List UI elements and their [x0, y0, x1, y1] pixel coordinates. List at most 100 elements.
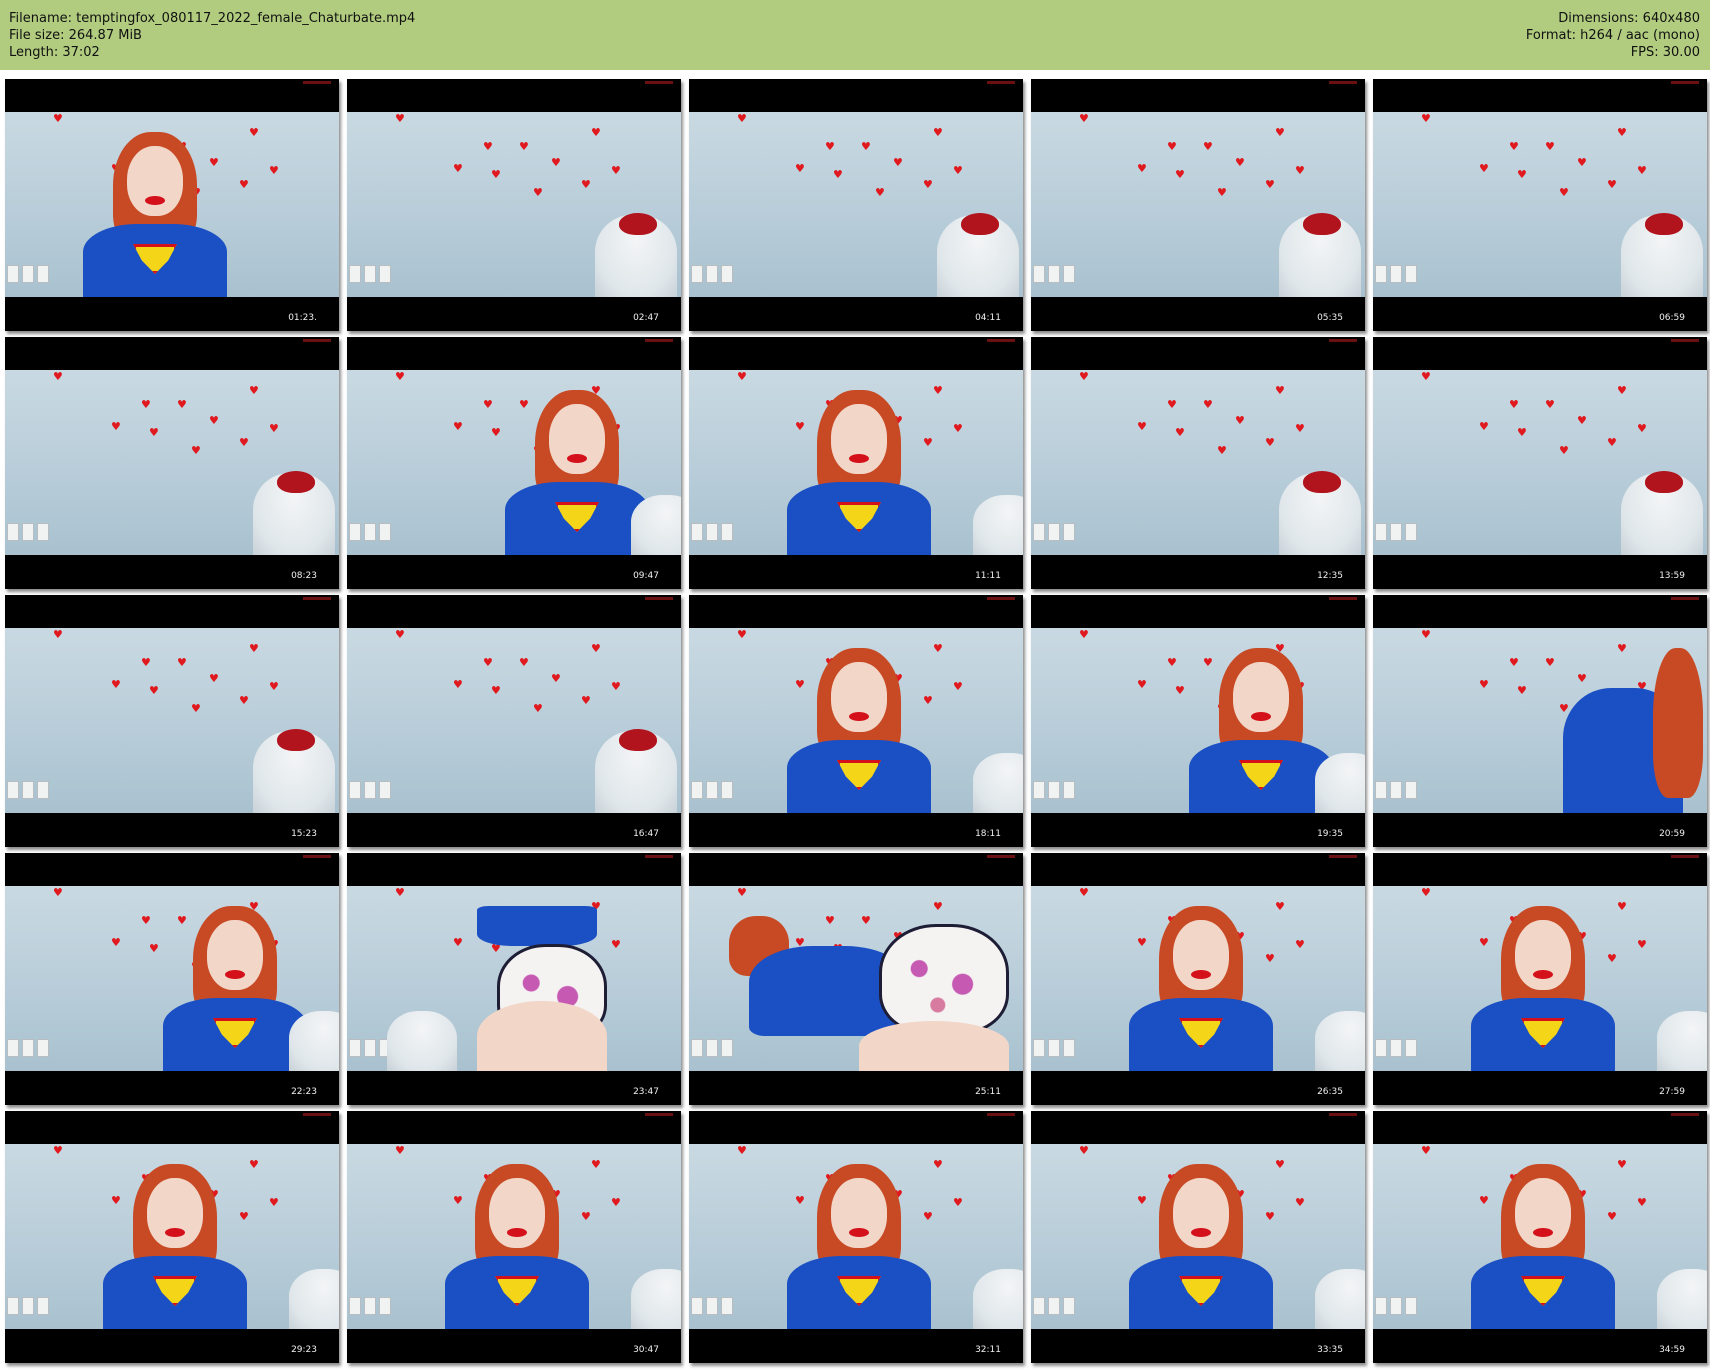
- socket-strip: [7, 523, 49, 541]
- heart-icon: ♥: [519, 656, 529, 669]
- shorts: [879, 924, 1009, 1034]
- heart-icon: ♥: [1203, 398, 1213, 411]
- chair-cap: [1645, 471, 1683, 493]
- watermark-mark: [1329, 597, 1357, 600]
- thumbnail[interactable]: ♥♥♥♥♥♥♥♥♥♥ 23:47: [347, 853, 681, 1105]
- filename-text: Filename: temptingfox_080117_2022_female…: [9, 11, 416, 26]
- wall-socket: [1390, 523, 1402, 541]
- thumbnail[interactable]: ♥ ♥ ♥ ♥ ♥ ♥ ♥ ♥ ♥ ♥ 06:59: [1373, 79, 1707, 331]
- wall-socket: [1375, 1039, 1387, 1057]
- socket-strip: [7, 265, 49, 283]
- socket-strip: [349, 265, 391, 283]
- thumbnail[interactable]: ♥♥♥♥♥♥♥♥♥♥ 33:35: [1031, 1111, 1365, 1363]
- heart-icon: ♥: [1479, 678, 1489, 691]
- heart-icon: ♥: [1175, 168, 1185, 181]
- thumbnail[interactable]: ♥ ♥ ♥ ♥ ♥ ♥ ♥ ♥ ♥ ♥ 04:11: [689, 79, 1023, 331]
- heart-icon: ♥: [453, 678, 463, 691]
- frame-image: ♥♥♥♥♥♥♥♥♥♥: [5, 628, 339, 813]
- thumbnail[interactable]: ♥♥♥♥♥♥♥♥♥♥ 20:59: [1373, 595, 1707, 847]
- person: [427, 1164, 607, 1329]
- thumbnail[interactable]: ♥♥♥♥♥♥♥♥♥♥ 26:35: [1031, 853, 1365, 1105]
- heart-icon: ♥: [177, 656, 187, 669]
- face: [831, 404, 887, 474]
- heart-icon: ♥: [395, 112, 405, 125]
- frame-image: ♥♥♥♥♥♥♥♥♥♥: [689, 886, 1023, 1071]
- heart-icon: ♥: [551, 672, 561, 685]
- thumbnail[interactable]: ♥♥♥♥♥♥♥♥♥♥ 30:47: [347, 1111, 681, 1363]
- heart-icon: ♥: [149, 684, 159, 697]
- format-text: Format: h264 / aac (mono): [1525, 28, 1700, 43]
- heart-icon: ♥: [1637, 938, 1647, 951]
- thumbnail[interactable]: ♥♥♥♥♥♥♥♥♥♥ 34:59: [1373, 1111, 1707, 1363]
- thumbnail[interactable]: ♥ ♥ ♥ ♥ ♥ ♥ ♥ ♥ ♥ ♥ 05:35: [1031, 79, 1365, 331]
- heart-icon: ♥: [453, 420, 463, 433]
- chair: [1315, 1011, 1365, 1071]
- person: [1453, 1164, 1633, 1329]
- thumbnail[interactable]: ♥♥♥♥♥♥♥♥♥♥ 19:35: [1031, 595, 1365, 847]
- heart-icon: ♥: [591, 642, 601, 655]
- heart-icon: ♥: [1479, 162, 1489, 175]
- timestamp: 33:35: [1317, 1345, 1343, 1355]
- heart-icon: ♥: [395, 370, 405, 383]
- thumbnail[interactable]: ♥♥♥♥♥♥♥♥♥♥ 09:47: [347, 337, 681, 589]
- thumbnail[interactable]: ♥ ♥ ♥ ♥ ♥ ♥ ♥ ♥ ♥ ♥ 16:47: [347, 595, 681, 847]
- filesize-text: File size: 264.87 MiB: [9, 28, 142, 43]
- wall-socket: [364, 523, 376, 541]
- heart-icon: ♥: [611, 1196, 621, 1209]
- heart-icon: ♥: [269, 680, 279, 693]
- thumbnail[interactable]: ♥♥♥♥♥♥♥♥♥♥ 29:23: [5, 1111, 339, 1363]
- heart-icon: ♥: [249, 384, 259, 397]
- heart-icon: ♥: [491, 684, 501, 697]
- wall-socket: [7, 265, 19, 283]
- chair: [1315, 1269, 1365, 1329]
- lips: [1191, 970, 1211, 979]
- chair-cap: [1303, 471, 1341, 493]
- watermark-mark: [1671, 1113, 1699, 1116]
- thumbnail[interactable]: ♥♥♥♥♥♥♥♥♥♥ 22:23: [5, 853, 339, 1105]
- heart-icon: ♥: [933, 126, 943, 139]
- heart-icon: ♥: [923, 178, 933, 191]
- heart-icon: ♥: [1265, 178, 1275, 191]
- heart-icon: ♥: [1421, 886, 1431, 899]
- heart-icon: ♥: [1079, 1144, 1089, 1157]
- heart-icon: ♥: [611, 680, 621, 693]
- face: [1233, 662, 1289, 732]
- wall-socket: [1048, 523, 1060, 541]
- thumbnail[interactable]: ♥ ♥ ♥ ♥ ♥ ♥ ♥ ♥ ♥ ♥ 12:35: [1031, 337, 1365, 589]
- socket-strip: [1033, 523, 1075, 541]
- frame-image: ♥♥♥♥♥♥♥♥♥♥: [5, 370, 339, 555]
- wall-socket: [22, 523, 34, 541]
- heart-icon: ♥: [1607, 436, 1617, 449]
- face: [1515, 1178, 1571, 1248]
- thumbnail[interactable]: ♥♥♥♥♥♥♥♥♥♥ 18:11: [689, 595, 1023, 847]
- person: [1523, 648, 1703, 813]
- heart-icon: ♥: [551, 156, 561, 169]
- thumbnail[interactable]: ♥ ♥ ♥ ♥ ♥ ♥ ♥ ♥ ♥ ♥ 02:47: [347, 79, 681, 331]
- wall-socket: [1033, 1039, 1045, 1057]
- heart-icon: ♥: [1559, 186, 1569, 199]
- wall-socket: [691, 523, 703, 541]
- timestamp: 26:35: [1317, 1087, 1343, 1097]
- thumbnail[interactable]: ♥♥♥♥♥♥♥♥♥♥ 32:11: [689, 1111, 1023, 1363]
- heart-icon: ♥: [737, 370, 747, 383]
- thumbnail[interactable]: ♥♥♥♥♥♥♥♥♥♥ 27:59: [1373, 853, 1707, 1105]
- thumbnail[interactable]: ♥ ♥ ♥ ♥ ♥ ♥ ♥ ♥ ♥ ♥ 15:23: [5, 595, 339, 847]
- heart-icon: ♥: [1617, 384, 1627, 397]
- heart-icon: ♥: [737, 886, 747, 899]
- timestamp: 13:59: [1659, 571, 1685, 581]
- heart-icon: ♥: [141, 398, 151, 411]
- thumbnail[interactable]: ♥♥♥♥♥♥♥♥♥♥ 11:11: [689, 337, 1023, 589]
- thumbnail[interactable]: ♥♥♥♥♥♥♥♥♥♥ 25:11: [689, 853, 1023, 1105]
- timestamp: 16:47: [633, 829, 659, 839]
- wall-socket: [1390, 1039, 1402, 1057]
- heart-icon: ♥: [1559, 444, 1569, 457]
- face: [127, 146, 183, 216]
- heart-icon: ♥: [737, 1144, 747, 1157]
- thumbnail[interactable]: ♥♥♥♥♥♥♥♥♥♥ 01:23.: [5, 79, 339, 331]
- wall-socket: [1048, 1297, 1060, 1315]
- thumbnail[interactable]: ♥ ♥ ♥ ♥ ♥ ♥ ♥ ♥ ♥ ♥ 13:59: [1373, 337, 1707, 589]
- heart-icon: ♥: [209, 414, 219, 427]
- wall-socket: [706, 1297, 718, 1315]
- chair-cap: [277, 471, 315, 493]
- thumbnail[interactable]: ♥ ♥ ♥ ♥ ♥ ♥ ♥ ♥ ♥ ♥ 08:23: [5, 337, 339, 589]
